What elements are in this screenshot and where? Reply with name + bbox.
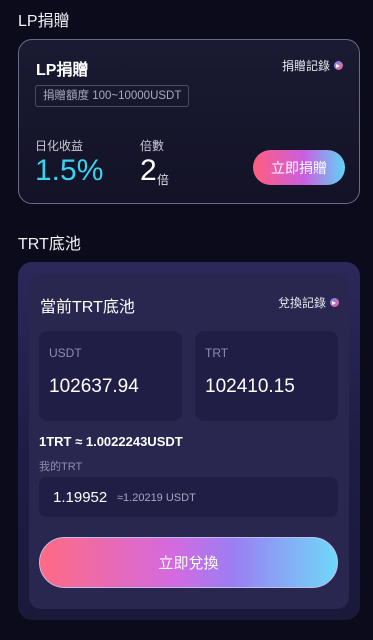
my-trt-usdt-approx: ≈1.20219 USDT <box>117 492 196 504</box>
trt-label: TRT <box>205 346 229 360</box>
exchange-record-link[interactable]: 兌換記錄 <box>278 294 339 311</box>
exchange-rate: 1TRT ≈ 1.0022243USDT <box>39 434 183 449</box>
my-trt-value: 1.19952 <box>53 489 108 506</box>
multiplier-value: 2 <box>140 154 157 187</box>
multiplier-label: 倍數 <box>140 139 165 153</box>
daily-yield-label: 日化收益 <box>35 139 84 153</box>
multiplier-unit: 倍 <box>157 173 170 187</box>
donation-record-link[interactable]: 捐贈記錄 <box>282 57 343 74</box>
usdt-label: USDT <box>49 346 82 360</box>
trt-pool-card: 當前TRT底池 兌換記錄 USDT 102637.94 TRT 102410.1… <box>29 274 349 609</box>
trt-section-title: TRT底池 <box>18 236 81 253</box>
usdt-value: 102637.94 <box>49 376 139 397</box>
lp-donation-card: LP捐贈 捐贈記錄 捐贈額度 100~10000USDT 日化收益 倍數 1.5… <box>18 39 360 204</box>
donation-record-label: 捐贈記錄 <box>281 59 330 73</box>
pool-title: 當前TRT底池 <box>40 299 135 316</box>
arrow-circle-icon <box>334 61 343 70</box>
swap-now-button[interactable]: 立即兌換 <box>39 537 338 588</box>
lp-section-title: LP捐贈 <box>18 13 70 30</box>
donation-range-badge: 捐贈額度 100~10000USDT <box>35 85 190 107</box>
exchange-record-label: 兌換記錄 <box>277 296 326 310</box>
my-trt-field: 1.19952 ≈1.20219 USDT <box>39 477 338 517</box>
trt-balance-box: TRT 102410.15 <box>195 331 338 421</box>
donate-now-button[interactable]: 立即捐贈 <box>253 150 345 185</box>
page: LP捐贈 LP捐贈 捐贈記錄 捐贈額度 100~10000USDT 日化收益 倍… <box>0 0 373 640</box>
trt-pool-panel: 當前TRT底池 兌換記錄 USDT 102637.94 TRT 102410.1… <box>18 262 360 620</box>
trt-value: 102410.15 <box>205 376 295 397</box>
lp-card-title: LP捐贈 <box>36 62 89 79</box>
usdt-balance-box: USDT 102637.94 <box>39 331 182 421</box>
daily-yield-value: 1.5% <box>35 154 104 187</box>
arrow-circle-icon <box>330 298 339 307</box>
my-trt-label: 我的TRT <box>39 461 83 473</box>
